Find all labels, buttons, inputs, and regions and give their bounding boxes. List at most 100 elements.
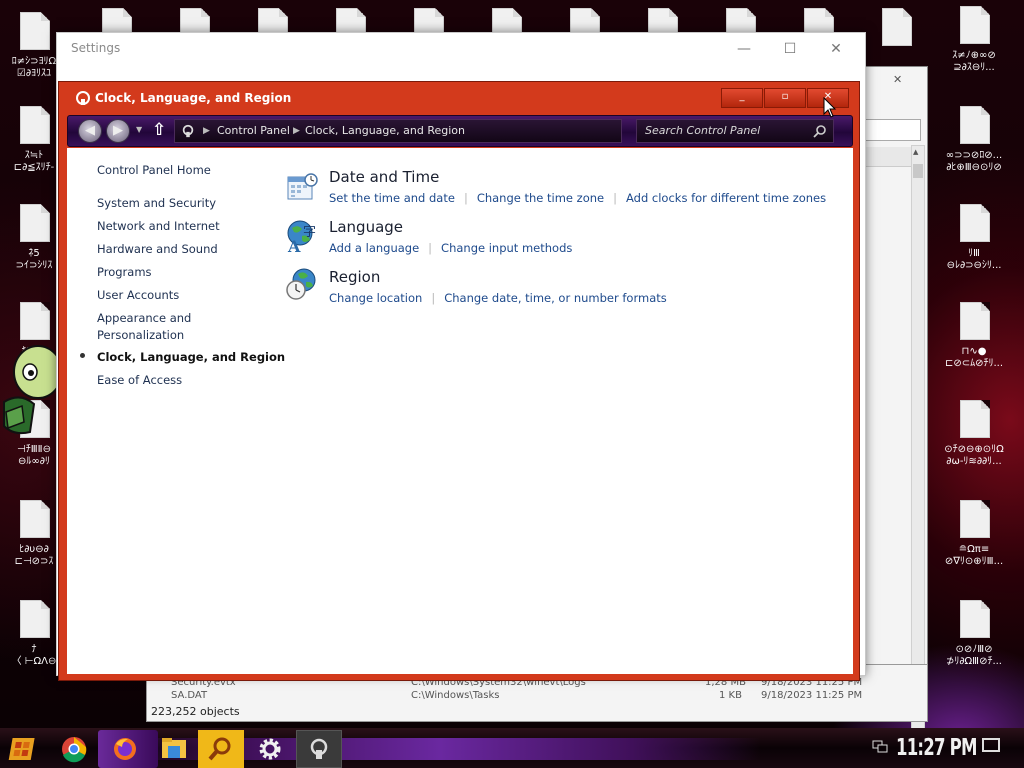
- desktop-icon[interactable]: [80, 4, 152, 46]
- control-panel-taskbar-button[interactable]: [296, 730, 342, 768]
- desktop-icon[interactable]: ⊙⊘ﾉⅢ⊘ ⊅ﾘ∂ΩⅢ⊘ﾁ...: [938, 596, 1010, 676]
- desktop-icon[interactable]: ⊓∿● ⊏⊘⊂ﾑ⊘ﾁﾘ...: [938, 298, 1010, 378]
- desktop-icon[interactable]: [158, 4, 230, 46]
- link-separator: |: [431, 291, 436, 305]
- sidebar-item-clock-language-region[interactable]: Clock, Language, and Region: [97, 349, 285, 366]
- desktop-icon[interactable]: ⊙ﾁ⊘⊖⊕⊙ﾘΩ ∂ω-ﾘ≋∂∂ﾘ...: [938, 396, 1010, 476]
- maximize-button[interactable]: ☐: [767, 39, 813, 61]
- file-explorer-icon[interactable]: [152, 730, 196, 768]
- link-separator: |: [613, 191, 617, 205]
- desktop-icon[interactable]: [704, 4, 776, 46]
- link-add-clocks[interactable]: Add clocks for different time zones: [626, 191, 826, 205]
- blank-file-icon: [20, 600, 50, 638]
- desktop-icon-label: ⊙ﾁ⊘⊖⊕⊙ﾘΩ ∂ω-ﾘ≋∂∂ﾘ...: [944, 444, 1004, 467]
- globe-language-icon[interactable]: A 字: [286, 220, 318, 254]
- sidebar: Control Panel Home System and Security N…: [67, 148, 285, 674]
- blank-file-icon: [960, 600, 990, 638]
- desktop-icon[interactable]: [860, 4, 932, 46]
- desktop-icon[interactable]: [548, 4, 620, 46]
- blank-file-icon: [960, 302, 990, 340]
- desktop-icon[interactable]: [236, 4, 308, 46]
- back-button[interactable]: ◀: [78, 119, 102, 143]
- link-change-formats[interactable]: Change date, time, or number formats: [444, 291, 667, 305]
- column-header: [863, 147, 911, 167]
- notification-icon[interactable]: [982, 738, 1000, 752]
- desktop-icon[interactable]: [782, 4, 854, 46]
- sidebar-item-system-security[interactable]: System and Security: [97, 195, 216, 212]
- firefox-taskbar-button[interactable]: [98, 730, 158, 768]
- category-title-date-time[interactable]: Date and Time: [329, 168, 439, 186]
- maximize-button[interactable]: ▫: [764, 88, 806, 108]
- blank-file-icon: [20, 500, 50, 538]
- calendar-clock-icon[interactable]: [286, 172, 318, 204]
- svg-text:字: 字: [303, 225, 316, 240]
- settings-gear-icon[interactable]: [248, 730, 292, 768]
- search-input[interactable]: Search Control Panel: [636, 119, 834, 143]
- breadcrumb-chevron-icon[interactable]: ▶: [203, 120, 210, 142]
- search-icon[interactable]: [813, 124, 827, 138]
- network-icon[interactable]: [872, 740, 888, 754]
- desktop-icon[interactable]: [392, 4, 464, 46]
- sidebar-item-user-accounts[interactable]: User Accounts: [97, 287, 179, 304]
- desktop-icon[interactable]: ﾘⅢ ⊖ﾚ∂⊃⊖ｼﾘ...: [938, 200, 1010, 280]
- start-icon[interactable]: [2, 730, 46, 768]
- sidebar-item-appearance[interactable]: Appearance and: [97, 310, 191, 327]
- navigation-bar: ◀ ▶ ▼ ⇧ ▶ Control Panel ▶ Clock, Languag…: [67, 115, 853, 147]
- table-row[interactable]: SA.DAT C:\Windows\Tasks 1 KB 9/18/2023 1…: [171, 690, 971, 701]
- link-separator: |: [428, 241, 433, 255]
- control-panel-icon: [76, 91, 90, 105]
- desktop-icon[interactable]: ｽ≠ﾉ⊕∞⊘ ⊇∂ｽ⊖ﾘ...: [938, 2, 1010, 82]
- desktop-icon-label: ∞⊃⊃⊘ﾛ⊘... ∂ﾋ⊕Ⅲ⊖⊙ﾘ⊘: [945, 150, 1003, 173]
- taskbar-clock[interactable]: 11:27 PM: [896, 735, 977, 761]
- minimize-button[interactable]: _: [721, 88, 763, 108]
- active-bullet-icon: [80, 353, 85, 358]
- firefox-icon: [114, 738, 136, 760]
- search-magnifier-icon: [208, 737, 231, 761]
- desktop-icon[interactable]: ∞⊃⊃⊘ﾛ⊘... ∂ﾋ⊕Ⅲ⊖⊙ﾘ⊘: [938, 102, 1010, 182]
- address-bar[interactable]: ▶ Control Panel ▶ Clock, Language, and R…: [174, 119, 622, 143]
- globe-clock-icon[interactable]: [286, 268, 318, 302]
- link-change-location[interactable]: Change location: [329, 291, 422, 305]
- sidebar-item-personalization[interactable]: Personalization: [97, 327, 184, 344]
- close-icon[interactable]: ✕: [893, 73, 902, 86]
- up-arrow-icon[interactable]: ⇧: [152, 120, 166, 140]
- background-explorer-window: ✕ ▲▼: [862, 66, 928, 765]
- link-change-input-methods[interactable]: Change input methods: [441, 241, 572, 255]
- control-panel-window: Clock, Language, and Region _ ▫ ✕ ◀ ▶ ▼ …: [58, 81, 860, 681]
- blank-file-icon: [20, 12, 50, 50]
- close-button[interactable]: ✕: [813, 39, 859, 61]
- scroll-thumb[interactable]: [913, 164, 923, 178]
- link-set-time-date[interactable]: Set the time and date: [329, 191, 455, 205]
- search-taskbar-button[interactable]: [198, 730, 244, 768]
- blank-file-icon: [960, 6, 990, 44]
- sidebar-item-ease-of-access[interactable]: Ease of Access: [97, 372, 182, 389]
- blank-file-icon: [20, 302, 50, 340]
- desktop-icon-label: ⊙⊘ﾉⅢ⊘ ⊅ﾘ∂ΩⅢ⊘ﾁ...: [945, 644, 1002, 667]
- desktop-icon-label: ﾘⅢ ⊖ﾚ∂⊃⊖ｼﾘ...: [946, 248, 1002, 271]
- desktop-icon[interactable]: ≘Ωπ≡ ⊘∇ﾘ⊙⊕ﾘⅢ...: [938, 496, 1010, 576]
- scroll-up-icon[interactable]: ▲: [913, 148, 918, 156]
- search-placeholder: Search Control Panel: [645, 124, 761, 137]
- forward-button[interactable]: ▶: [106, 119, 130, 143]
- address-field[interactable]: [865, 119, 921, 141]
- desktop-icon[interactable]: [314, 4, 386, 46]
- file-path: C:\Windows\Tasks: [411, 690, 500, 701]
- minimize-button[interactable]: —: [721, 39, 767, 61]
- sidebar-item-control-panel-home[interactable]: Control Panel Home: [97, 162, 211, 179]
- chrome-icon[interactable]: [52, 730, 96, 768]
- control-panel-icon: [182, 124, 194, 138]
- sidebar-item-hardware-sound[interactable]: Hardware and Sound: [97, 241, 218, 258]
- desktop-icon[interactable]: [470, 4, 542, 46]
- link-change-time-zone[interactable]: Change the time zone: [477, 191, 604, 205]
- sidebar-item-programs[interactable]: Programs: [97, 264, 152, 281]
- window-title: Clock, Language, and Region: [95, 91, 292, 105]
- recent-pages-dropdown[interactable]: ▼: [136, 125, 142, 134]
- category-title-region[interactable]: Region: [329, 268, 380, 286]
- sidebar-item-network-internet[interactable]: Network and Internet: [97, 218, 220, 235]
- link-add-language[interactable]: Add a language: [329, 241, 419, 255]
- desktop-icon[interactable]: [626, 4, 698, 46]
- category-title-language[interactable]: Language: [329, 218, 403, 236]
- breadcrumb-current[interactable]: Clock, Language, and Region: [305, 120, 465, 142]
- breadcrumb-chevron-icon[interactable]: ▶: [293, 120, 300, 142]
- breadcrumb-control-panel[interactable]: Control Panel: [217, 120, 290, 142]
